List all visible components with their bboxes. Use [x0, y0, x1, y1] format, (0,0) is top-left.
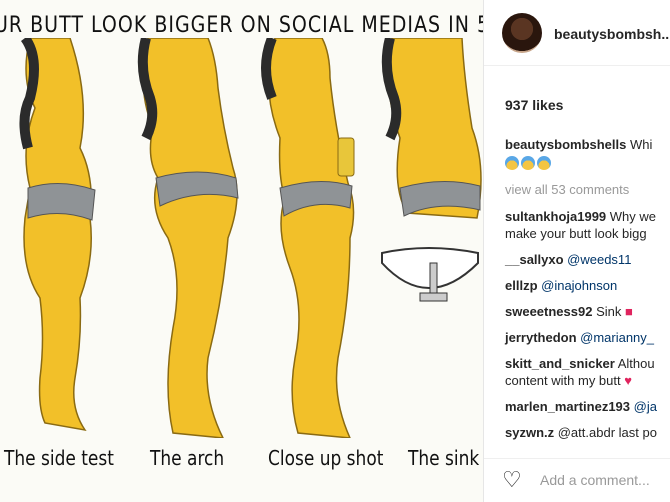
comment-mention[interactable]: @inajohnson: [538, 278, 617, 293]
comment-item: sultankhoja1999 Why we: [505, 208, 670, 225]
comment-username[interactable]: elllzp: [505, 278, 538, 293]
comment-text: Althou: [614, 356, 655, 371]
post-sidebar: beautysbombsh... 937 likes beautysbombsh…: [484, 0, 670, 502]
comment-username[interactable]: jerrythedon: [505, 330, 577, 345]
image-title: UR BUTT LOOK BIGGER ON SOCIAL MEDIAS IN …: [0, 12, 483, 38]
comment-username[interactable]: skitt_and_snicker: [505, 356, 615, 371]
caption-close-up-shot: Close up shot: [268, 446, 384, 470]
emoji-icon: [537, 156, 551, 170]
comment-item: syzwn.z @att.abdr last po: [505, 424, 670, 441]
figure-the-sink: [381, 38, 482, 302]
comment-mention[interactable]: @weeds11: [564, 252, 631, 267]
comment-username[interactable]: syzwn.z: [505, 425, 554, 440]
comment-text: content with my butt: [505, 373, 625, 388]
caption-side-test: The side test: [4, 446, 114, 470]
comment-username[interactable]: sweeetness92: [505, 304, 592, 319]
emoji-icon: [505, 156, 519, 170]
comment-mention[interactable]: @ja: [630, 399, 657, 414]
post-image[interactable]: UR BUTT LOOK BIGGER ON SOCIAL MEDIAS IN …: [0, 0, 484, 502]
comment-text-continued: make your butt look bigg: [505, 226, 647, 241]
comment-mention[interactable]: @marianny_: [577, 330, 654, 345]
heart-emoji-icon: ♥: [624, 373, 632, 388]
caption-text: Whi: [626, 137, 653, 152]
comment-item: jerrythedon @marianny_: [505, 329, 670, 346]
caption-username[interactable]: beautysbombshells: [505, 137, 626, 152]
comment-item: sweeetness92 Sink ■: [505, 303, 670, 320]
view-all-comments-link[interactable]: view all 53 comments: [505, 182, 629, 197]
like-heart-icon[interactable]: ♡: [502, 469, 526, 491]
comment-item: marlen_martinez193 @ja: [505, 398, 670, 415]
add-comment-input[interactable]: Add a comment...: [540, 472, 650, 488]
comment-username[interactable]: __sallyxo: [505, 252, 564, 267]
comment-text-continued: content with my butt ♥: [505, 372, 670, 389]
comment-text: @att.abdr last po: [554, 425, 657, 440]
caption-line: beautysbombshells Whi: [505, 136, 670, 153]
caption-the-arch: The arch: [150, 446, 225, 470]
comment-item: __sallyxo @weeds11: [505, 251, 670, 268]
comment-username[interactable]: sultankhoja1999: [505, 209, 606, 224]
comment-text: Why we: [606, 209, 656, 224]
comment-item: skitt_and_snicker Althou: [505, 355, 670, 372]
hundred-emoji-icon: ■: [624, 304, 633, 319]
comment-username[interactable]: marlen_martinez193: [505, 399, 630, 414]
comments: sultankhoja1999 Why we make your butt lo…: [505, 208, 670, 441]
post-header: beautysbombsh...: [484, 0, 670, 66]
figure-side-test: [19, 38, 96, 432]
emoji-icon: [521, 156, 535, 170]
comment-text: Sink: [592, 304, 625, 319]
figure-close-up-shot: [261, 38, 355, 438]
comment-list: beautysbombshells Whi: [505, 136, 670, 172]
avatar[interactable]: [502, 13, 542, 53]
figure-the-arch: [137, 38, 239, 438]
header-username[interactable]: beautysbombsh...: [554, 26, 670, 42]
comment-item: elllzp @inajohnson: [505, 277, 670, 294]
caption-emojis: [505, 155, 670, 172]
comment-footer: ♡ Add a comment...: [484, 458, 670, 502]
likes-count[interactable]: 937 likes: [505, 97, 563, 113]
caption-the-sink: The sink: [408, 446, 480, 470]
